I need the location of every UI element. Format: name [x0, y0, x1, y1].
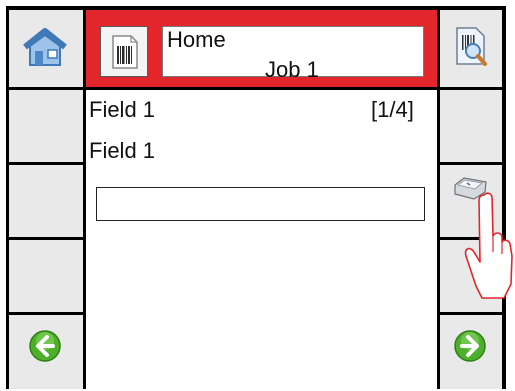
right-button-2[interactable]	[440, 90, 502, 162]
back-arrow-icon	[29, 330, 61, 362]
page-title: Home	[167, 27, 226, 52]
home-icon	[23, 28, 67, 66]
preview-button[interactable]	[440, 10, 502, 87]
barcode-job-icon	[112, 35, 138, 69]
next-button[interactable]	[440, 315, 502, 389]
field-value: Field 1	[89, 138, 156, 163]
job-name: Job 1	[265, 57, 319, 82]
home-button[interactable]	[9, 10, 83, 87]
pointing-hand-icon	[464, 192, 513, 299]
job-button[interactable]	[100, 26, 148, 77]
content-panel	[86, 90, 437, 389]
field-input[interactable]	[96, 187, 425, 221]
field-counter: [1/4]	[371, 97, 414, 122]
left-button-4[interactable]	[9, 240, 83, 312]
field-label: Field 1	[89, 97, 156, 122]
left-button-3[interactable]	[9, 165, 83, 237]
next-arrow-icon	[454, 330, 486, 362]
left-button-2[interactable]	[9, 90, 83, 162]
back-button[interactable]	[9, 315, 83, 389]
preview-icon	[456, 27, 487, 66]
